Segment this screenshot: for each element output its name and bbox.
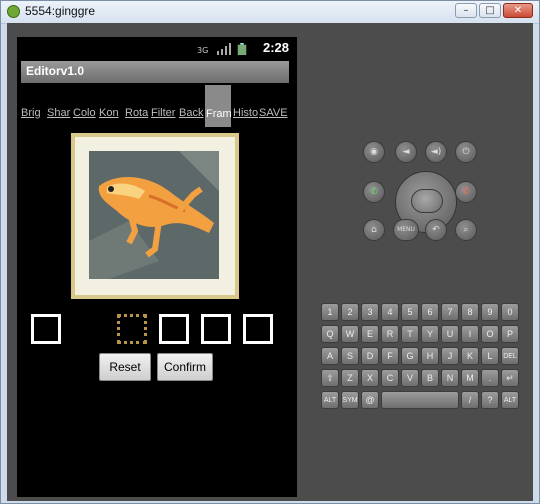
tab-sharpen[interactable]: Shar [47, 107, 73, 125]
key-i[interactable]: I [461, 325, 479, 343]
key-p[interactable]: P [501, 325, 519, 343]
key-5[interactable]: 5 [401, 303, 419, 321]
key-alt-right[interactable]: ALT [501, 391, 519, 409]
back-icon[interactable]: ↶ [425, 219, 447, 241]
key-a[interactable]: A [321, 347, 339, 365]
device-screen[interactable]: 3G 2:28 Editorv1.0 Brig Shar Colo Kon Ro… [17, 37, 297, 497]
framed-photo [71, 133, 239, 299]
key-shift[interactable]: ⇧ [321, 369, 339, 387]
tab-rotate[interactable]: Rota [125, 107, 151, 125]
key-d[interactable]: D [361, 347, 379, 365]
network-3g-icon: 3G [197, 46, 208, 55]
key-x[interactable]: X [361, 369, 379, 387]
camera-icon[interactable]: ◉ [363, 141, 385, 163]
key-c[interactable]: C [381, 369, 399, 387]
tab-kon[interactable]: Kon [99, 107, 125, 125]
key-question[interactable]: ? [481, 391, 499, 409]
frame-option-5[interactable] [201, 314, 231, 344]
key-9[interactable]: 9 [481, 303, 499, 321]
key-m[interactable]: M [461, 369, 479, 387]
tab-color[interactable]: Colo [73, 107, 99, 125]
frame-option-1[interactable] [31, 314, 61, 344]
svg-text:3G: 3G [197, 46, 208, 55]
search-icon[interactable]: ⌕ [455, 219, 477, 241]
key-s[interactable]: S [341, 347, 359, 365]
key-t[interactable]: T [401, 325, 419, 343]
tab-frame[interactable]: Fram [205, 85, 231, 127]
key-j[interactable]: J [441, 347, 459, 365]
key-4[interactable]: 4 [381, 303, 399, 321]
frame-option-6[interactable] [243, 314, 273, 344]
emulator-body: 3G 2:28 Editorv1.0 Brig Shar Colo Kon Ro… [7, 23, 533, 501]
minimize-button[interactable]: – [455, 3, 477, 18]
key-enter[interactable]: ↵ [501, 369, 519, 387]
key-l[interactable]: L [481, 347, 499, 365]
emulator-window: 5554:ginggre – □ ✕ 3G 2:28 Editorv1.0 Br… [0, 0, 540, 504]
key-at[interactable]: @ [361, 391, 379, 409]
key-alt-left[interactable]: ALT [321, 391, 339, 409]
tool-tabs: Brig Shar Colo Kon Rota Filter Back Fram… [21, 85, 289, 127]
key-k[interactable]: K [461, 347, 479, 365]
reset-button[interactable]: Reset [99, 353, 151, 381]
key-u[interactable]: U [441, 325, 459, 343]
tab-filter[interactable]: Filter [151, 107, 179, 125]
key-2[interactable]: 2 [341, 303, 359, 321]
close-button[interactable]: ✕ [503, 3, 533, 18]
power-icon[interactable]: ⏻ [455, 141, 477, 163]
key-y[interactable]: Y [421, 325, 439, 343]
confirm-button[interactable]: Confirm [157, 353, 213, 381]
key-n[interactable]: N [441, 369, 459, 387]
signal-icon [217, 43, 231, 55]
key-z[interactable]: Z [341, 369, 359, 387]
menu-button[interactable]: MENU [393, 219, 419, 241]
volume-up-icon[interactable]: ◄) [425, 141, 447, 163]
hardware-keyboard: 1 2 3 4 5 6 7 8 9 0 Q W E R T Y U I O P … [321, 303, 531, 409]
status-bar: 3G 2:28 [17, 37, 297, 59]
key-0[interactable]: 0 [501, 303, 519, 321]
app-title-bar: Editorv1.0 [21, 61, 289, 83]
dpad-center-button[interactable] [411, 189, 443, 213]
android-app-icon [7, 5, 20, 18]
key-3[interactable]: 3 [361, 303, 379, 321]
gecko-image [89, 151, 219, 279]
key-v[interactable]: V [401, 369, 419, 387]
key-space[interactable] [381, 391, 459, 409]
window-titlebar[interactable]: 5554:ginggre – □ ✕ [1, 1, 539, 24]
end-call-icon[interactable]: ✆ [455, 181, 477, 203]
frame-option-2[interactable] [71, 314, 101, 344]
key-w[interactable]: W [341, 325, 359, 343]
tab-histogram[interactable]: Histo [233, 107, 259, 125]
battery-icon [237, 43, 247, 55]
key-period[interactable]: . [481, 369, 499, 387]
tab-back[interactable]: Back [179, 107, 205, 125]
key-slash[interactable]: / [461, 391, 479, 409]
key-o[interactable]: O [481, 325, 499, 343]
app-title: Editorv1.0 [26, 64, 85, 78]
tab-save[interactable]: SAVE [259, 107, 289, 125]
call-icon[interactable]: ✆ [363, 181, 385, 203]
home-icon[interactable]: ⌂ [363, 219, 385, 241]
key-q[interactable]: Q [321, 325, 339, 343]
key-b[interactable]: B [421, 369, 439, 387]
key-r[interactable]: R [381, 325, 399, 343]
key-1[interactable]: 1 [321, 303, 339, 321]
key-h[interactable]: H [421, 347, 439, 365]
volume-down-icon[interactable]: ◄ [395, 141, 417, 163]
key-f[interactable]: F [381, 347, 399, 365]
key-del[interactable]: DEL [501, 347, 519, 365]
tab-frame-label: Fram [206, 108, 231, 120]
gecko-photo [89, 151, 219, 279]
frame-option-3[interactable] [117, 314, 147, 344]
frame-option-4[interactable] [159, 314, 189, 344]
status-time: 2:28 [262, 40, 289, 55]
key-6[interactable]: 6 [421, 303, 439, 321]
tab-brightness[interactable]: Brig [21, 107, 47, 125]
key-g[interactable]: G [401, 347, 419, 365]
key-sym[interactable]: SYM [341, 391, 359, 409]
maximize-button[interactable]: □ [479, 3, 501, 18]
key-7[interactable]: 7 [441, 303, 459, 321]
key-8[interactable]: 8 [461, 303, 479, 321]
key-e[interactable]: E [361, 325, 379, 343]
window-title: 5554:ginggre [25, 4, 96, 18]
